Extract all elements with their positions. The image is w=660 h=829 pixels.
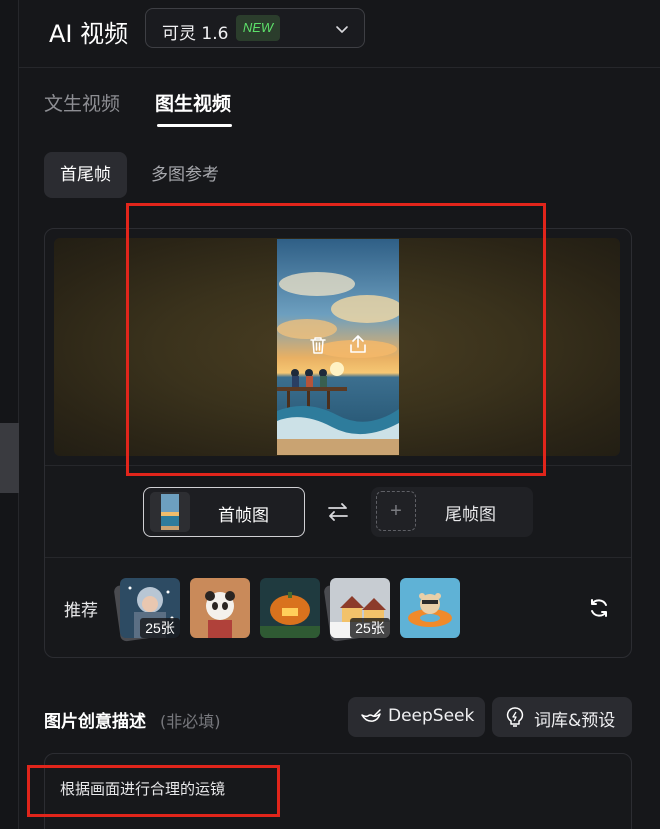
lightbulb-icon — [506, 707, 524, 727]
bear-on-float-image — [400, 578, 460, 638]
tab-text-to-video[interactable]: 文生视频 — [44, 89, 120, 116]
first-frame-button[interactable]: 首帧图 — [143, 487, 305, 537]
optional-hint: (非必填) — [160, 712, 221, 731]
prompt-text: 根据画面进行合理的运镜 — [60, 780, 226, 798]
recommend-label: 推荐 — [64, 601, 98, 621]
tab-image-to-video[interactable]: 图生视频 — [155, 89, 231, 116]
divider — [45, 465, 631, 466]
model-select[interactable]: 可灵 1.6 NEW — [145, 8, 365, 48]
first-frame-label: 首帧图 — [218, 506, 269, 526]
sunset-pier-image — [277, 239, 399, 455]
refresh-icon[interactable] — [587, 596, 611, 620]
collapse-handle[interactable] — [0, 423, 19, 493]
upload-icon[interactable] — [347, 333, 369, 355]
recommend-thumb-bear[interactable] — [400, 578, 460, 638]
first-frame-thumbnail — [150, 492, 190, 532]
chevron-down-icon — [336, 26, 348, 33]
image-count-badge: 25张 — [140, 618, 180, 638]
left-rail — [0, 0, 19, 829]
thumbnail-image — [150, 492, 190, 532]
panda-image — [190, 578, 250, 638]
plus-icon: + — [390, 500, 402, 522]
last-frame-label: 尾帧图 — [445, 505, 496, 525]
last-frame-button[interactable]: + 尾帧图 — [371, 487, 533, 537]
recommend-thumb-pumpkin[interactable] — [260, 578, 320, 638]
new-badge: NEW — [236, 15, 280, 41]
library-preset-button[interactable]: 词库&预设 — [492, 697, 632, 737]
recommend-thumb-panda[interactable] — [190, 578, 250, 638]
pumpkin-house-image — [260, 578, 320, 638]
description-title: 图片创意描述 — [44, 712, 146, 732]
add-last-frame-slot[interactable]: + — [376, 491, 416, 531]
uploaded-image[interactable] — [277, 239, 399, 455]
page-title: AI 视频 — [49, 20, 129, 48]
image-count-badge: 25张 — [350, 618, 390, 638]
subtab-first-last-frame[interactable]: 首尾帧 — [44, 152, 127, 198]
deepseek-label: DeepSeek — [388, 706, 475, 726]
library-preset-label: 词库&预设 — [534, 711, 616, 731]
model-name: 可灵 1.6 — [162, 24, 229, 44]
active-tab-underline — [157, 124, 232, 127]
deepseek-button[interactable]: DeepSeek — [348, 697, 485, 737]
deepseek-whale-icon — [361, 709, 381, 722]
swap-arrows-icon[interactable] — [326, 500, 350, 524]
divider — [45, 557, 631, 558]
header: AI 视频 可灵 1.6 NEW — [19, 0, 660, 68]
subtab-multi-image-reference[interactable]: 多图参考 — [151, 152, 219, 198]
trash-icon[interactable] — [307, 334, 329, 356]
